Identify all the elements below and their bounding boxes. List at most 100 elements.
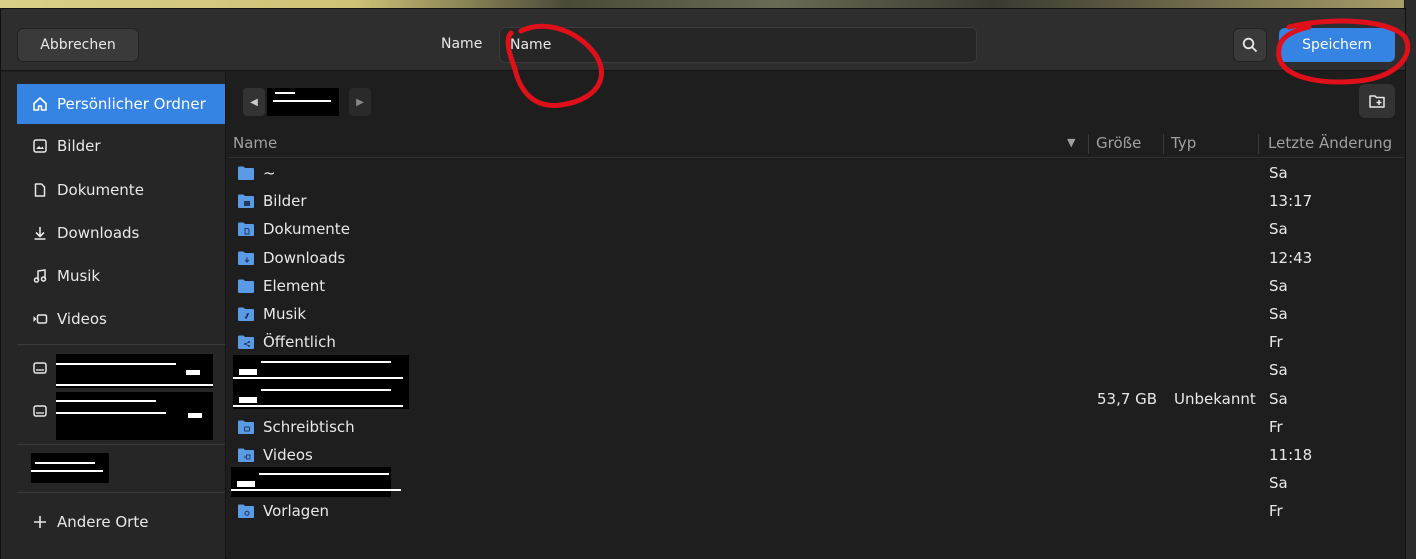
table-row[interactable]: Musik Sa — [227, 301, 1405, 329]
folder-icon — [238, 222, 254, 237]
filename-input[interactable] — [499, 27, 977, 63]
column-divider — [1163, 134, 1164, 154]
sidebar-item-label: Persönlicher Ordner — [57, 95, 206, 113]
file-modified: Sa — [1269, 220, 1288, 239]
redacted-area — [31, 453, 109, 483]
path-crumb-redacted[interactable] — [267, 88, 339, 116]
sort-descending-icon: ▼ — [1067, 136, 1076, 149]
file-name: Downloads — [263, 248, 346, 267]
video-icon — [31, 310, 49, 328]
name-label: Name — [441, 36, 483, 52]
folder-icon — [238, 279, 254, 293]
redacted-filename — [233, 382, 409, 409]
table-row[interactable]: Downloads 12:43 — [227, 245, 1405, 273]
redacted-area — [56, 392, 213, 440]
sidebar-item-label: Musik — [57, 267, 101, 285]
sidebar-separator — [17, 492, 225, 493]
file-modified: Sa — [1269, 474, 1288, 493]
cancel-button[interactable]: Abbrechen — [17, 28, 139, 62]
folder-icon — [238, 251, 254, 265]
path-forward-button[interactable]: ▶ — [349, 88, 371, 116]
table-row[interactable]: 53,7 GB Unbekannt Sa — [227, 382, 1405, 414]
folder-icon — [238, 420, 254, 434]
sidebar-item-label: Videos — [57, 310, 107, 328]
table-row[interactable]: Schreibtisch Fr — [227, 414, 1405, 442]
table-row[interactable]: Dokumente Sa — [227, 216, 1405, 244]
path-back-button[interactable]: ◀ — [243, 88, 265, 116]
sidebar-item-downloads[interactable]: Downloads — [17, 213, 225, 253]
column-divider — [1088, 134, 1089, 154]
table-row[interactable]: ~ Sa — [227, 160, 1405, 188]
table-row[interactable]: Sa — [227, 467, 1405, 498]
sidebar-item-label: Downloads — [57, 224, 140, 242]
chevron-right-icon: ▶ — [356, 96, 364, 108]
table-row[interactable]: Element Sa — [227, 273, 1405, 301]
file-size: 53,7 GB — [1097, 389, 1158, 408]
sidebar-item-other-places[interactable]: Andere Orte — [17, 502, 225, 542]
file-name: Dokumente — [263, 220, 350, 239]
sidebar-item-home[interactable]: Persönlicher Ordner — [17, 84, 225, 124]
new-folder-icon — [1369, 95, 1385, 108]
drive-icon — [31, 402, 49, 420]
path-bar: ◀ ▶ — [227, 72, 1405, 128]
file-modified: Sa — [1269, 305, 1288, 323]
folder-icon — [238, 307, 254, 321]
table-row[interactable]: Bilder 13:17 — [227, 188, 1405, 216]
folder-icon — [238, 504, 254, 519]
table-row[interactable]: Sa — [227, 355, 1405, 386]
column-modified[interactable]: Letzte Änderung — [1268, 134, 1392, 152]
folder-icon — [238, 194, 254, 209]
home-icon — [31, 95, 49, 113]
file-browser: ◀ ▶ Name ▼ Größe Typ Letzte Änderung ~ S… — [227, 72, 1405, 559]
file-modified: 12:43 — [1269, 248, 1313, 267]
file-name: Schreibtisch — [263, 417, 355, 436]
file-modified: Fr — [1269, 333, 1283, 352]
file-name: Bilder — [263, 192, 307, 211]
column-header: Name ▼ Größe Typ Letzte Änderung — [227, 128, 1405, 158]
file-modified: 13:17 — [1269, 192, 1313, 211]
header-bar: Abbrechen Name Speichern — [1, 9, 1405, 71]
file-modified: Fr — [1269, 417, 1283, 436]
save-file-dialog: Abbrechen Name Speichern Persönlicher Or… — [0, 8, 1411, 559]
drive-icon — [31, 359, 49, 377]
column-divider — [1258, 134, 1259, 154]
folder-icon — [238, 448, 254, 462]
sidebar-item-dokumente[interactable]: Dokumente — [17, 170, 225, 210]
save-button[interactable]: Speichern — [1279, 28, 1395, 62]
file-name: Vorlagen — [263, 502, 330, 521]
file-name: Videos — [263, 446, 313, 464]
image-icon — [31, 137, 49, 155]
table-row[interactable]: Öffentlich Fr — [227, 329, 1405, 357]
document-icon — [31, 181, 49, 199]
file-modified: Sa — [1269, 164, 1288, 182]
file-modified: Sa — [1269, 276, 1288, 295]
chevron-left-icon: ◀ — [250, 96, 258, 108]
table-row[interactable]: Videos 11:18 — [227, 442, 1405, 470]
file-modified: Sa — [1269, 389, 1288, 408]
desktop-background — [0, 0, 1416, 8]
search-button[interactable] — [1233, 28, 1267, 62]
file-type: Unbekannt — [1174, 389, 1256, 408]
sidebar-separator — [17, 344, 225, 345]
file-modified: Sa — [1269, 361, 1288, 380]
new-folder-button[interactable] — [1359, 84, 1395, 118]
sidebar-item-musik[interactable]: Musik — [17, 256, 225, 296]
sidebar-item-bilder[interactable]: Bilder — [17, 126, 225, 166]
column-name[interactable]: Name — [233, 134, 277, 152]
search-icon — [1242, 37, 1258, 53]
plus-icon — [31, 513, 49, 531]
column-size[interactable]: Größe — [1096, 134, 1141, 152]
file-name: Element — [263, 276, 326, 295]
column-type[interactable]: Typ — [1171, 134, 1196, 152]
table-row[interactable]: Vorlagen Fr — [227, 498, 1405, 526]
redacted-filename — [233, 355, 409, 386]
places-sidebar: Persönlicher Ordner Bilder Dokumente Dow… — [1, 72, 226, 559]
folder-icon — [238, 166, 254, 180]
file-modified: 11:18 — [1269, 446, 1313, 464]
file-modified: Fr — [1269, 502, 1283, 521]
redacted-area — [56, 354, 213, 388]
download-icon — [31, 224, 49, 242]
file-name: ~ — [263, 164, 276, 182]
sidebar-item-label: Andere Orte — [57, 513, 149, 531]
sidebar-item-videos[interactable]: Videos — [17, 299, 225, 339]
